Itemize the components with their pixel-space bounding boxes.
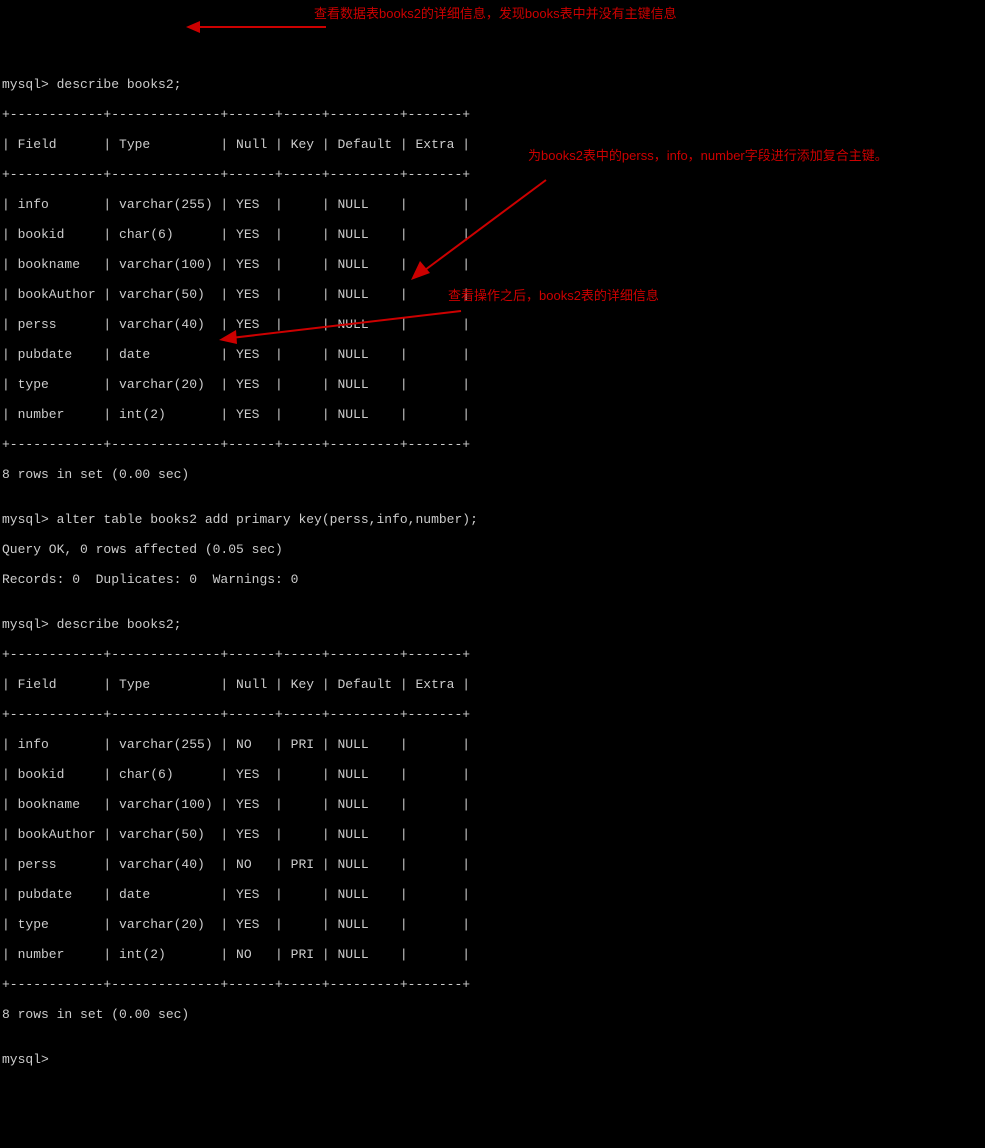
annotation-3: 查看操作之后，books2表的详细信息 (448, 288, 659, 303)
table-row: | type | varchar(20) | YES | | NULL | | (2, 917, 983, 932)
table-separator: +------------+--------------+------+----… (2, 437, 983, 452)
table-separator: +------------+--------------+------+----… (2, 977, 983, 992)
arrow-icon (170, 6, 336, 45)
table-row: | number | int(2) | NO | PRI | NULL | | (2, 947, 983, 962)
result-count: 8 rows in set (0.00 sec) (2, 1007, 983, 1022)
table-row: | bookid | char(6) | YES | | NULL | | (2, 227, 983, 242)
table-row: | info | varchar(255) | YES | | NULL | | (2, 197, 983, 212)
table-separator: +------------+--------------+------+----… (2, 107, 983, 122)
describe-command-1[interactable]: mysql> describe books2; (2, 77, 983, 92)
table-row: | bookid | char(6) | YES | | NULL | | (2, 767, 983, 782)
query-result: Records: 0 Duplicates: 0 Warnings: 0 (2, 572, 983, 587)
table-separator: +------------+--------------+------+----… (2, 647, 983, 662)
table-row: | bookAuthor | varchar(50) | YES | | NUL… (2, 827, 983, 842)
table-row: | bookname | varchar(100) | YES | | NULL… (2, 257, 983, 272)
query-result: Query OK, 0 rows affected (0.05 sec) (2, 542, 983, 557)
table-row: | number | int(2) | YES | | NULL | | (2, 407, 983, 422)
annotation-2: 为books2表中的perss，info，number字段进行添加复合主键。 (528, 148, 968, 163)
table-row: | pubdate | date | YES | | NULL | | (2, 347, 983, 362)
table-row: | perss | varchar(40) | YES | | NULL | | (2, 317, 983, 332)
table-row: | info | varchar(255) | NO | PRI | NULL … (2, 737, 983, 752)
prompt-final[interactable]: mysql> (2, 1052, 983, 1067)
table-row: | pubdate | date | YES | | NULL | | (2, 887, 983, 902)
alter-command[interactable]: mysql> alter table books2 add primary ke… (2, 512, 983, 527)
describe-command-2[interactable]: mysql> describe books2; (2, 617, 983, 632)
table-row: | perss | varchar(40) | NO | PRI | NULL … (2, 857, 983, 872)
table-header: | Field | Type | Null | Key | Default | … (2, 677, 983, 692)
terminal-output: mysql> describe books2; +------------+--… (2, 62, 983, 1082)
table-separator: +------------+--------------+------+----… (2, 707, 983, 722)
table-separator: +------------+--------------+------+----… (2, 167, 983, 182)
table-row: | type | varchar(20) | YES | | NULL | | (2, 377, 983, 392)
table-row: | bookname | varchar(100) | YES | | NULL… (2, 797, 983, 812)
result-count: 8 rows in set (0.00 sec) (2, 467, 983, 482)
annotation-1: 查看数据表books2的详细信息，发现books表中并没有主键信息 (314, 6, 677, 21)
